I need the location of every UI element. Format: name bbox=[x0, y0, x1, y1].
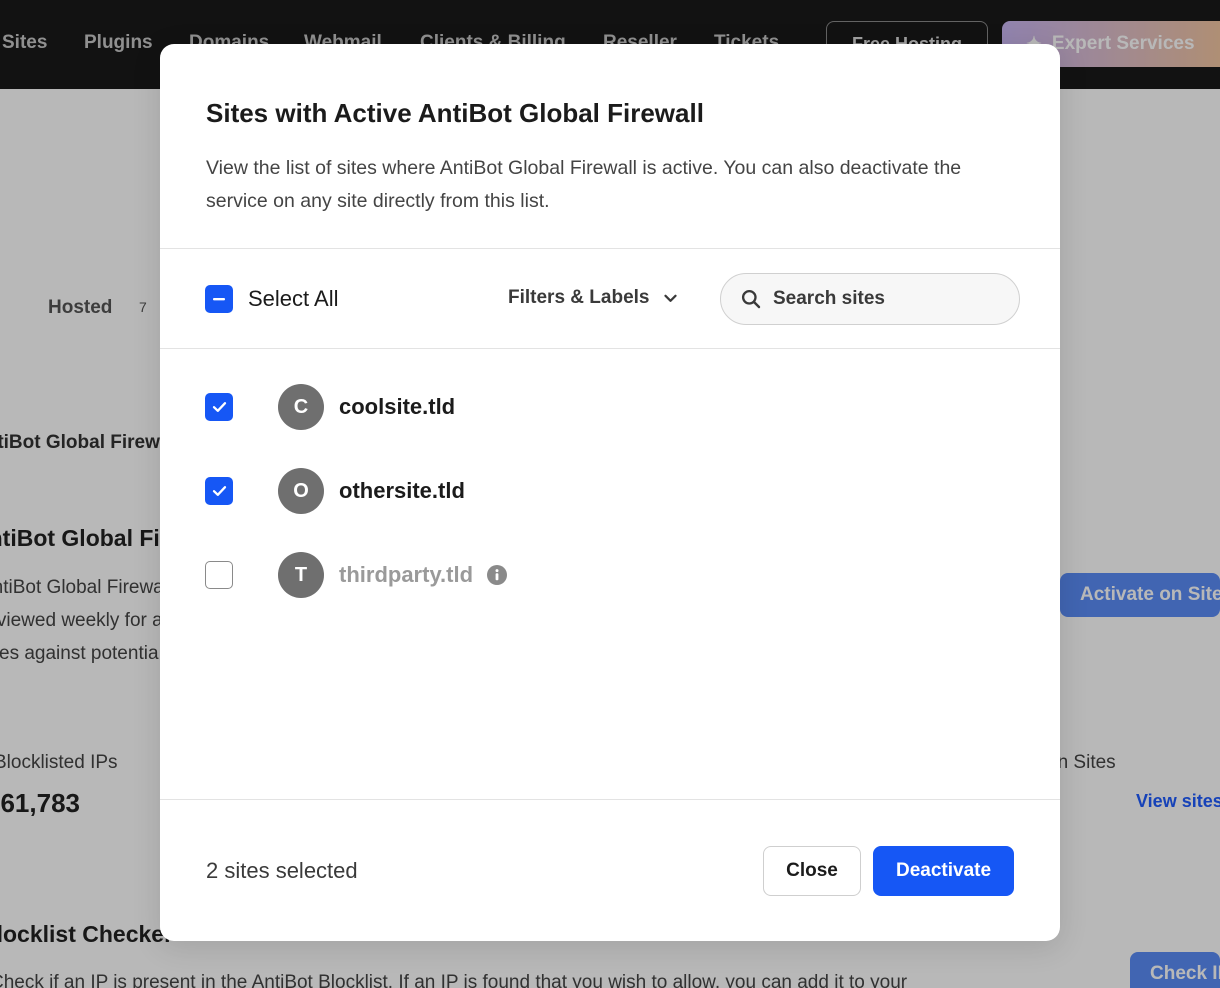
site-row-othersite[interactable]: O othersite.tld bbox=[205, 468, 465, 514]
modal-title: Sites with Active AntiBot Global Firewal… bbox=[206, 98, 704, 128]
search-input[interactable] bbox=[773, 288, 993, 310]
avatar: O bbox=[278, 468, 324, 514]
site-checkbox[interactable] bbox=[205, 477, 233, 505]
site-checkbox[interactable] bbox=[205, 561, 233, 589]
filters-labels-label: Filters & Labels bbox=[508, 287, 650, 308]
selected-count: 2 sites selected bbox=[206, 858, 358, 883]
select-all-label: Select All bbox=[248, 286, 339, 311]
check-icon bbox=[212, 402, 226, 412]
select-all-checkbox[interactable] bbox=[205, 285, 233, 313]
site-name: othersite.tld bbox=[339, 478, 465, 503]
deactivate-button[interactable]: Deactivate bbox=[873, 846, 1014, 896]
site-name: thirdparty.tld bbox=[339, 562, 474, 587]
select-all-control[interactable]: Select All bbox=[205, 285, 339, 313]
search-icon bbox=[741, 289, 761, 309]
avatar: C bbox=[278, 384, 324, 430]
site-row-coolsite[interactable]: C coolsite.tld bbox=[205, 384, 455, 430]
site-name: coolsite.tld bbox=[339, 394, 456, 419]
info-icon[interactable] bbox=[487, 565, 508, 585]
site-list: C coolsite.tld O othersite.tld T thirdpa… bbox=[160, 349, 1060, 800]
modal-footer: 2 sites selected Close Deactivate bbox=[160, 800, 1060, 940]
avatar: T bbox=[278, 552, 324, 598]
minus-icon bbox=[213, 298, 225, 301]
search-field[interactable] bbox=[720, 273, 1020, 325]
site-checkbox[interactable] bbox=[205, 393, 233, 421]
list-toolbar: Select All Filters & Labels bbox=[160, 249, 1060, 349]
modal-description: View the list of sites where AntiBot Glo… bbox=[206, 157, 962, 212]
close-button[interactable]: Close bbox=[763, 846, 861, 896]
chevron-down-icon bbox=[663, 294, 677, 302]
modal-header: Sites with Active AntiBot Global Firewal… bbox=[160, 44, 1060, 249]
check-icon bbox=[212, 486, 226, 496]
filters-labels-dropdown[interactable]: Filters & Labels bbox=[508, 287, 677, 309]
sites-modal: Sites with Active AntiBot Global Firewal… bbox=[160, 44, 1060, 941]
site-row-thirdparty[interactable]: T thirdparty.tld bbox=[205, 552, 508, 598]
